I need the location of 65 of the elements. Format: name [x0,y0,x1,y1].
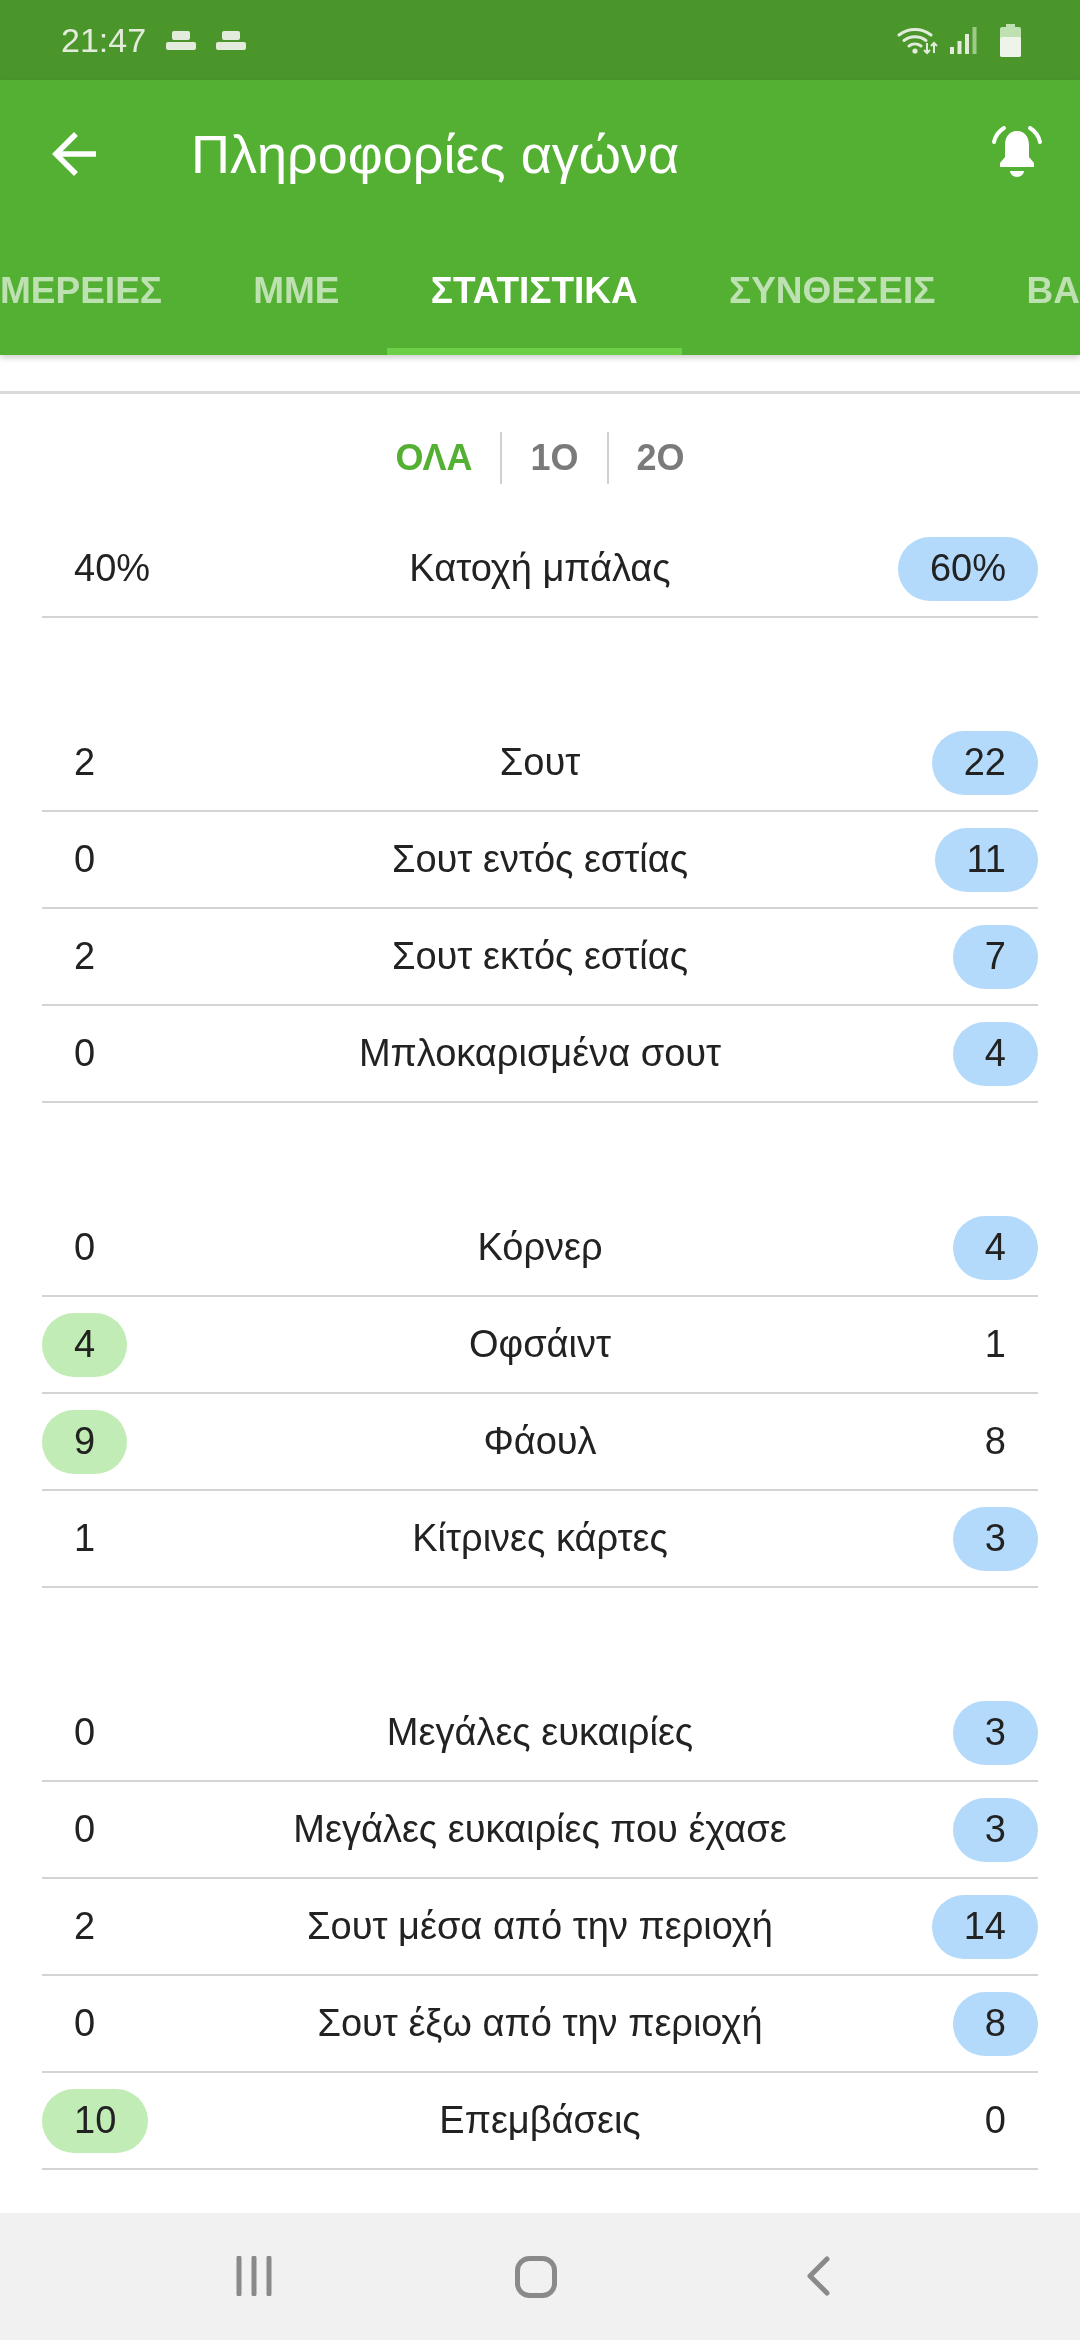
wifi-icon [897,25,938,55]
home-value: 0 [74,1032,96,1075]
battery-icon [1000,23,1021,57]
tray-icon [166,30,197,50]
tab[interactable]: ΒΑ [982,227,1080,355]
tab[interactable]: ΜΜΕ [209,227,384,355]
tray-icon [216,30,247,50]
back-button[interactable] [52,131,96,176]
away-value: 8 [952,1991,1038,2056]
home-icon [515,2255,557,2298]
home-value: 0 [74,1711,96,1754]
stat-label: Φάουλ [483,1420,597,1463]
away-value: 4 [952,1215,1038,1280]
back-chevron-icon [806,2255,830,2296]
period-tab[interactable]: 1Ο [500,432,607,484]
home-value: 2 [74,1905,96,1948]
stat-label: Σουτ έξω από την περιοχή [317,2002,763,2045]
home-value: 2 [74,741,96,784]
stat-label: Κίτρινες κάρτες [412,1517,668,1560]
stat-label: Κόρνερ [477,1226,603,1269]
away-value: 22 [931,730,1038,795]
back-arrow-icon [52,131,96,176]
period-tab[interactable]: ΟΛΑ [367,432,501,484]
away-value: 7 [952,924,1038,989]
home-value: 9 [42,1409,128,1474]
stat-label: Σουτ εντός εστίας [391,838,689,881]
home-value: 0 [74,1808,96,1851]
tab[interactable]: ΣΥΝΘΕΣΕΙΣ [684,227,980,355]
signal-icon [950,26,977,54]
away-value: 4 [952,1021,1038,1086]
stat-label: Οφσάιντ [468,1323,612,1366]
back-button[interactable] [806,2255,830,2298]
home-button[interactable] [515,2255,557,2298]
home-value: 1 [74,1517,96,1560]
tab[interactable]: ΣΤΑΤΙΣΤΙΚΑ [386,227,682,355]
stat-label: Μεγάλες ευκαιρίες [386,1711,694,1754]
away-value: 0 [984,2099,1006,2142]
home-value: 40% [74,547,151,590]
recents-button[interactable] [236,2255,272,2298]
home-value: 10 [42,2088,149,2153]
screen-title: Πληροφορίες αγώνα [191,122,681,185]
home-value: 0 [74,2002,96,2045]
stat-label: Σουτ [499,741,581,784]
stat-label: Σουτ εκτός εστίας [391,935,689,978]
stat-label: Επεμβάσεις [439,2099,641,2142]
status-time: 21:47 [61,20,147,60]
stat-label: Μεγάλες ευκαιρίες που έχασε [293,1808,787,1851]
home-value: 2 [74,935,96,978]
recents-icon [236,2255,272,2296]
away-value: 8 [984,1420,1006,1463]
stat-label: Σουτ μέσα από την περιοχή [307,1905,773,1948]
away-value: 3 [952,1700,1038,1765]
tab[interactable]: ΜΕΡΕΙΕΣ [0,227,207,355]
away-value: 1 [984,1323,1006,1366]
away-value: 3 [952,1506,1038,1571]
stat-label: Κατοχή μπάλας [409,547,671,590]
stat-label: Μπλοκαρισμένα σουτ [358,1032,722,1075]
home-value: 0 [74,1226,96,1269]
home-value: 4 [42,1312,128,1377]
away-value: 14 [931,1894,1038,1959]
away-value: 60% [897,536,1038,601]
home-value: 0 [74,838,96,881]
away-value: 3 [952,1797,1038,1862]
period-tab[interactable]: 2Ο [606,432,713,484]
away-value: 11 [934,827,1038,892]
